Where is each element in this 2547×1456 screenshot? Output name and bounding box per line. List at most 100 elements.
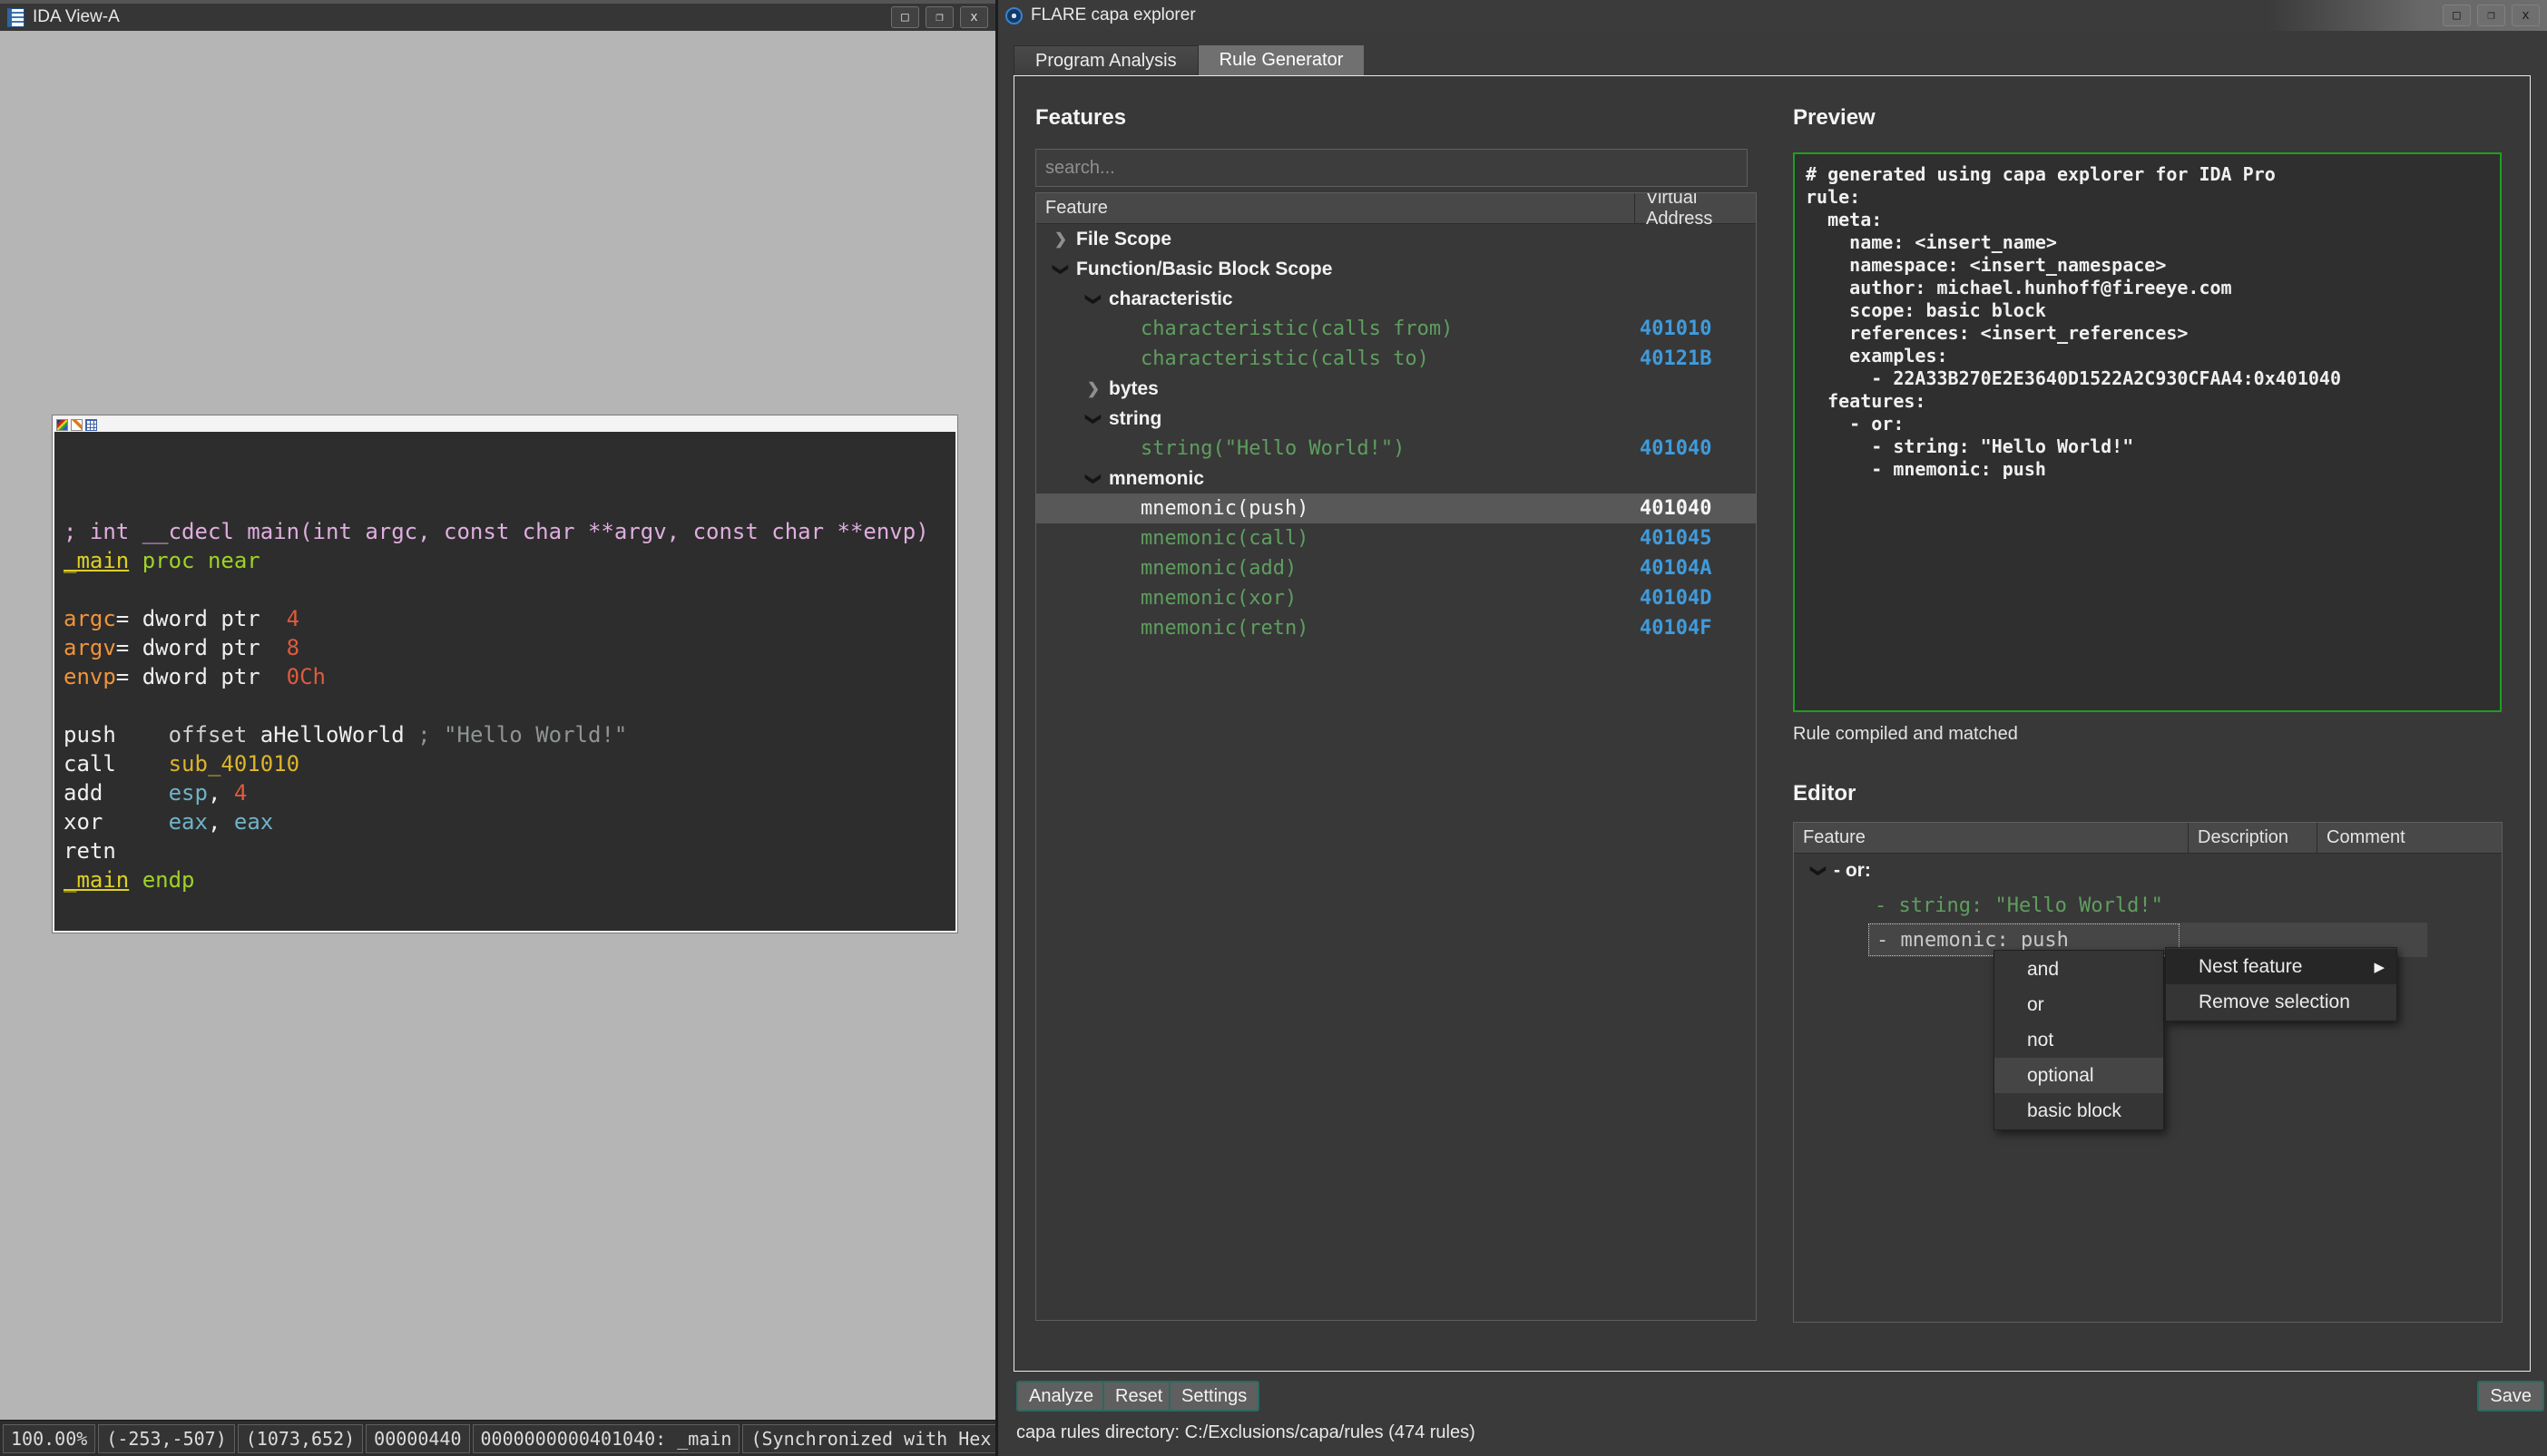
context-menu-item-not[interactable]: not <box>1994 1022 2163 1058</box>
context-menu-item-optional[interactable]: optional <box>1994 1058 2163 1093</box>
chevron-expanded-icon[interactable]: ❯ <box>1078 470 1109 488</box>
node-color-icon[interactable] <box>56 419 68 431</box>
code-line[interactable]: envp= dword ptr 0Ch <box>64 662 946 691</box>
capa-window-titlebar[interactable]: FLARE capa explorer □ ❐ x <box>998 0 2547 31</box>
feature-row[interactable]: characteristic(calls to)40121B <box>1036 344 1756 374</box>
context-menu: Nest feature▶Remove selection <box>2165 947 2397 1021</box>
code-token: envp <box>64 664 116 689</box>
code-line[interactable]: _main endp <box>64 865 946 894</box>
analyze-button[interactable]: Analyze <box>1016 1381 1106 1412</box>
code-token: 4 <box>287 606 299 631</box>
code-line[interactable] <box>64 575 946 604</box>
code-line[interactable]: add esp, 4 <box>64 778 946 807</box>
context-menu-item-Remove-selection[interactable]: Remove selection <box>2166 984 2396 1020</box>
code-token: ; "Hello World!" <box>417 722 627 748</box>
close-icon[interactable]: x <box>2512 5 2540 26</box>
feature-row[interactable]: mnemonic(push)401040 <box>1036 493 1756 523</box>
ida-window-titlebar[interactable]: IDA View-A □ ❐ x <box>0 0 995 31</box>
column-header-description[interactable]: Description <box>2189 823 2317 853</box>
feature-label: Function/Basic Block Scope <box>1076 259 1332 280</box>
feature-row[interactable]: characteristic(calls from)401010 <box>1036 314 1756 344</box>
code-token: xor <box>64 809 103 835</box>
code-line[interactable]: call sub_401010 <box>64 749 946 778</box>
float-icon[interactable]: ❐ <box>2477 5 2505 26</box>
virtual-address: 401045 <box>1640 527 1711 550</box>
feature-label: bytes <box>1109 378 1159 400</box>
code-line[interactable]: argc= dword ptr 4 <box>64 604 946 633</box>
restore-icon[interactable]: □ <box>891 6 919 28</box>
code-token <box>116 722 169 748</box>
feature-label: characteristic(calls from) <box>1141 318 1453 340</box>
feature-row[interactable]: ❯File Scope <box>1036 224 1756 254</box>
rule-compile-status: Rule compiled and matched <box>1793 724 2018 745</box>
float-icon[interactable]: ❐ <box>926 6 954 28</box>
column-header-comment[interactable]: Comment <box>2317 827 2405 848</box>
feature-label: mnemonic(push) <box>1141 497 1308 520</box>
code-line[interactable]: push offset aHelloWorld ; "Hello World!" <box>64 720 946 749</box>
reset-button[interactable]: Reset <box>1102 1381 1175 1412</box>
code-token: = dword ptr <box>116 635 287 660</box>
rule-preview-text: # generated using capa explorer for IDA … <box>1806 163 2489 481</box>
feature-row[interactable]: mnemonic(add)40104A <box>1036 553 1756 583</box>
feature-label: characteristic <box>1109 288 1233 310</box>
capa-logo-icon <box>1005 7 1023 24</box>
code-token <box>116 751 169 777</box>
settings-button[interactable]: Settings <box>1169 1381 1259 1412</box>
context-menu-item-Nest-feature[interactable]: Nest feature▶ <box>2166 949 2396 984</box>
code-line[interactable]: _main proc near <box>64 546 946 575</box>
save-button[interactable]: Save <box>2477 1381 2544 1412</box>
feature-row[interactable]: string("Hello World!")401040 <box>1036 434 1756 464</box>
virtual-address: 40104A <box>1640 557 1711 580</box>
capa-footer: Analyze Reset Settings Save <box>998 1381 2547 1413</box>
graph-node-main[interactable]: ; int __cdecl main(int argc, const char … <box>53 415 957 933</box>
status-segment: (-253,-507) <box>98 1424 234 1453</box>
ida-window-title: IDA View-A <box>33 7 120 27</box>
node-group-icon[interactable] <box>85 419 97 431</box>
feature-row[interactable]: ❯Function/Basic Block Scope <box>1036 254 1756 284</box>
feature-row[interactable]: ❯bytes <box>1036 374 1756 404</box>
close-icon[interactable]: x <box>960 6 988 28</box>
capa-rules-directory-status: capa rules directory: C:/Exclusions/capa… <box>1016 1422 1475 1443</box>
code-token <box>103 809 168 835</box>
virtual-address: 401040 <box>1640 437 1711 460</box>
status-segment: (1073,652) <box>238 1424 363 1453</box>
restore-icon[interactable]: □ <box>2443 5 2471 26</box>
editor-label: - or: <box>1834 860 1871 882</box>
code-line[interactable]: ; int __cdecl main(int argc, const char … <box>64 517 946 546</box>
context-menu-item-or[interactable]: or <box>1994 987 2163 1022</box>
chevron-collapsed-icon[interactable]: ❯ <box>1045 230 1076 249</box>
rule-preview-box: # generated using capa explorer for IDA … <box>1793 152 2502 712</box>
tab-rule-generator[interactable]: Rule Generator <box>1199 45 1365 75</box>
feature-row[interactable]: ❯string <box>1036 404 1756 434</box>
feature-row[interactable]: mnemonic(call)401045 <box>1036 523 1756 553</box>
context-menu-item-basic-block[interactable]: basic block <box>1994 1093 2163 1129</box>
feature-row[interactable]: mnemonic(retn)40104F <box>1036 613 1756 643</box>
chevron-expanded-icon[interactable]: ❯ <box>1078 290 1109 308</box>
features-search-input[interactable] <box>1035 149 1748 187</box>
chevron-expanded-icon[interactable]: ❯ <box>1803 862 1834 880</box>
code-token: _main <box>64 548 129 573</box>
chevron-expanded-icon[interactable]: ❯ <box>1078 410 1109 428</box>
code-token: = dword ptr <box>116 664 287 689</box>
column-header-feature[interactable]: Feature <box>1036 193 1635 223</box>
graph-node-titlebar[interactable] <box>54 417 955 432</box>
node-edit-icon[interactable] <box>71 419 83 431</box>
code-token: endp <box>142 867 195 893</box>
feature-row[interactable]: ❯mnemonic <box>1036 464 1756 493</box>
code-token: = dword ptr <box>116 606 287 631</box>
tab-program-analysis[interactable]: Program Analysis <box>1014 45 1199 75</box>
feature-row[interactable]: mnemonic(xor)40104D <box>1036 583 1756 613</box>
chevron-collapsed-icon[interactable]: ❯ <box>1078 380 1109 398</box>
editor-row[interactable]: ❯- or: <box>1794 854 2502 888</box>
code-line[interactable]: xor eax, eax <box>64 807 946 836</box>
code-line[interactable] <box>64 691 946 720</box>
disassembly-code: ; int __cdecl main(int argc, const char … <box>54 432 955 894</box>
code-token <box>405 722 417 748</box>
editor-row[interactable]: - string: "Hello World!" <box>1794 888 2502 923</box>
feature-row[interactable]: ❯characteristic <box>1036 284 1756 314</box>
column-header-feature[interactable]: Feature <box>1794 823 2189 853</box>
code-line[interactable]: argv= dword ptr 8 <box>64 633 946 662</box>
chevron-expanded-icon[interactable]: ❯ <box>1045 260 1076 278</box>
code-line[interactable]: retn <box>64 836 946 865</box>
context-menu-item-and[interactable]: and <box>1994 952 2163 987</box>
